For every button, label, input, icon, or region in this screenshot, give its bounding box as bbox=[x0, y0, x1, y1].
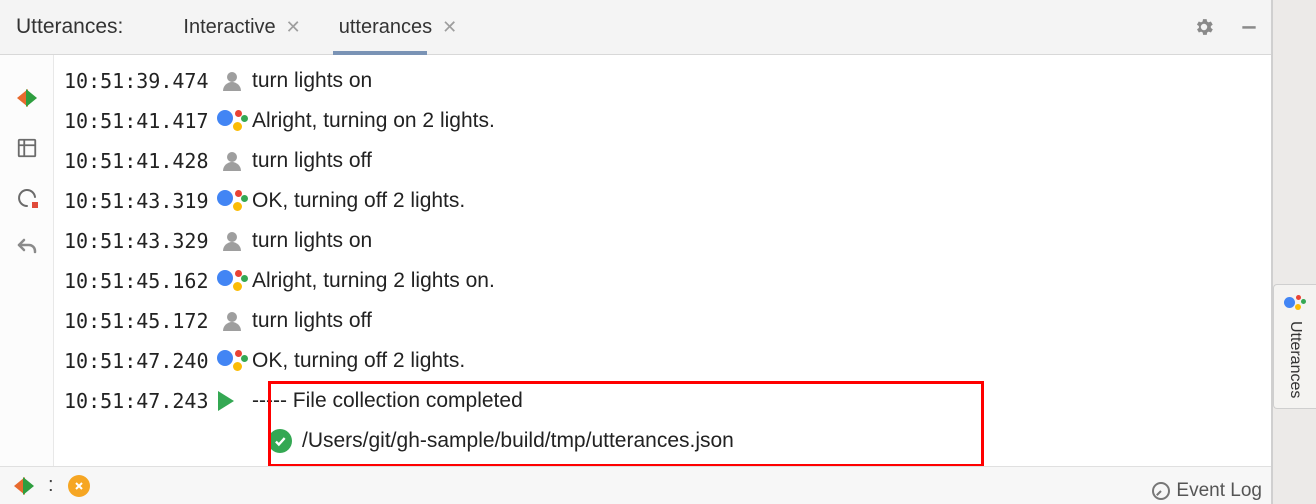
warning-icon[interactable] bbox=[68, 475, 90, 497]
refresh-icon[interactable] bbox=[14, 185, 40, 211]
tool-gutter bbox=[0, 55, 54, 466]
log-row-system: 10:51:47.243 ----- File collection compl… bbox=[64, 381, 1271, 421]
step-arrows-icon[interactable] bbox=[14, 85, 40, 111]
log-message: turn lights on bbox=[252, 69, 372, 93]
tab-label: Interactive bbox=[183, 16, 275, 39]
log-timestamp: 10:51:41.417 bbox=[64, 109, 212, 133]
clock-icon bbox=[1152, 482, 1170, 500]
log-message: Alright, turning 2 lights on. bbox=[252, 269, 495, 293]
log-timestamp: 10:51:43.319 bbox=[64, 189, 212, 213]
log-message: turn lights off bbox=[252, 309, 372, 333]
log-row-assistant: 10:51:47.240 OK, turning off 2 lights. bbox=[64, 341, 1271, 381]
panel-header: Utterances: Interactive ✕ utterances ✕ bbox=[0, 0, 1271, 55]
log-timestamp: 10:51:47.240 bbox=[64, 349, 212, 373]
tab-label: utterances bbox=[339, 16, 432, 39]
log-timestamp: 10:51:45.172 bbox=[64, 309, 212, 333]
step-arrows-icon[interactable] bbox=[14, 477, 34, 495]
log-row-assistant: 10:51:43.319 OK, turning off 2 lights. bbox=[64, 181, 1271, 221]
log-timestamp: 10:51:39.474 bbox=[64, 69, 212, 93]
log-row-user: 10:51:43.329 turn lights on bbox=[64, 221, 1271, 261]
log-file-path: /Users/git/gh-sample/build/tmp/utterance… bbox=[302, 429, 734, 453]
person-icon bbox=[212, 69, 252, 93]
undo-icon[interactable] bbox=[14, 235, 40, 261]
right-rail-label: Utterances bbox=[1286, 321, 1304, 398]
log-message: OK, turning off 2 lights. bbox=[252, 189, 465, 213]
close-icon[interactable]: ✕ bbox=[442, 18, 457, 36]
assistant-icon bbox=[212, 348, 252, 374]
footer-colon: : bbox=[48, 474, 54, 497]
tab-interactive[interactable]: Interactive ✕ bbox=[183, 0, 300, 54]
person-icon bbox=[212, 229, 252, 253]
minimize-icon[interactable] bbox=[1239, 17, 1259, 37]
log-panel: 10:51:39.474 turn lights on 10:51:41.417… bbox=[54, 55, 1271, 466]
log-timestamp: 10:51:45.162 bbox=[64, 269, 212, 293]
event-log-label: Event Log bbox=[1176, 480, 1262, 502]
play-icon bbox=[212, 391, 252, 411]
log-timestamp: 10:51:47.243 bbox=[64, 389, 212, 413]
event-log-link[interactable]: Event Log bbox=[1152, 480, 1262, 502]
panel-footer: : bbox=[0, 466, 1271, 504]
log-message: Alright, turning on 2 lights. bbox=[252, 109, 495, 133]
log-row-user: 10:51:39.474 turn lights on bbox=[64, 61, 1271, 101]
log-row-assistant: 10:51:41.417 Alright, turning on 2 light… bbox=[64, 101, 1271, 141]
layout-icon[interactable] bbox=[14, 135, 40, 161]
log-message: ----- File collection completed bbox=[252, 389, 523, 413]
log-timestamp: 10:51:41.428 bbox=[64, 149, 212, 173]
right-rail: Utterances bbox=[1272, 0, 1316, 504]
person-icon bbox=[212, 309, 252, 333]
log-row-user: 10:51:45.172 turn lights off bbox=[64, 301, 1271, 341]
assistant-icon bbox=[212, 108, 252, 134]
gear-icon[interactable] bbox=[1193, 16, 1215, 38]
log-message: turn lights off bbox=[252, 149, 372, 173]
log-message: turn lights on bbox=[252, 229, 372, 253]
person-icon bbox=[212, 149, 252, 173]
panel-title: Utterances: bbox=[16, 15, 123, 39]
log-row-assistant: 10:51:45.162 Alright, turning 2 lights o… bbox=[64, 261, 1271, 301]
log-message: OK, turning off 2 lights. bbox=[252, 349, 465, 373]
log-timestamp: 10:51:43.329 bbox=[64, 229, 212, 253]
tab-bar: Interactive ✕ utterances ✕ bbox=[183, 0, 457, 54]
assistant-icon bbox=[1284, 295, 1306, 315]
check-icon bbox=[268, 429, 292, 453]
log-row-user: 10:51:41.428 turn lights off bbox=[64, 141, 1271, 181]
tab-utterances[interactable]: utterances ✕ bbox=[339, 0, 457, 54]
log-file-row: /Users/git/gh-sample/build/tmp/utterance… bbox=[64, 421, 1271, 461]
close-icon[interactable]: ✕ bbox=[286, 18, 301, 36]
assistant-icon bbox=[212, 188, 252, 214]
right-rail-tab-utterances[interactable]: Utterances bbox=[1273, 284, 1316, 409]
assistant-icon bbox=[212, 268, 252, 294]
